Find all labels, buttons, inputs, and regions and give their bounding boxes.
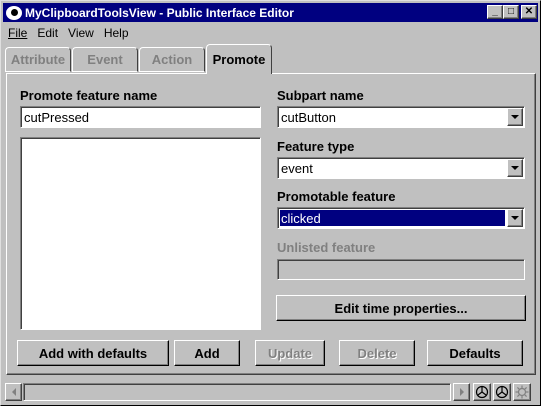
promote-panel: Promote feature name cutPressed Subpart …	[6, 73, 536, 375]
feature-type-value: event	[281, 160, 313, 176]
tab-event[interactable]: Event	[72, 47, 138, 72]
scroll-left-button[interactable]	[5, 383, 22, 401]
add-with-defaults-button[interactable]: Add with defaults	[17, 340, 169, 366]
menu-view[interactable]: View	[63, 26, 99, 40]
gear-icon[interactable]	[513, 383, 531, 401]
feature-type-label: Feature type	[277, 139, 355, 154]
window-title: MyClipboardToolsView - Public Interface …	[25, 5, 294, 20]
status-bar	[4, 382, 539, 402]
eye-icon[interactable]	[6, 5, 22, 20]
add-button[interactable]: Add	[174, 340, 240, 366]
unlisted-feature-input[interactable]	[277, 259, 525, 280]
horizontal-scrollbar[interactable]	[23, 383, 451, 401]
edit-time-properties-button[interactable]: Edit time properties...	[276, 295, 526, 321]
promotable-feature-value: clicked	[280, 210, 505, 226]
subpart-name-label: Subpart name	[277, 88, 364, 103]
menu-help[interactable]: Help	[99, 26, 134, 40]
menu-edit[interactable]: Edit	[32, 26, 63, 40]
defaults-button[interactable]: Defaults	[427, 340, 523, 366]
subpart-name-value: cutButton	[281, 109, 336, 125]
promoted-features-list[interactable]	[20, 137, 261, 330]
chevron-down-icon[interactable]	[507, 159, 523, 177]
feature-type-dropdown[interactable]: event	[277, 157, 525, 179]
main-window: MyClipboardToolsView - Public Interface …	[0, 0, 541, 406]
tab-attribute[interactable]: Attribute	[5, 47, 71, 72]
promotable-feature-dropdown[interactable]: clicked	[277, 207, 525, 229]
close-button[interactable]: ✕	[521, 5, 537, 19]
tool-icon[interactable]	[473, 383, 491, 401]
delete-button[interactable]: Delete	[339, 340, 415, 366]
menu-file[interactable]: File	[3, 26, 32, 40]
tab-promote[interactable]: Promote	[206, 44, 272, 74]
menu-bar: File Edit View Help	[3, 23, 134, 42]
promote-feature-name-label: Promote feature name	[20, 88, 158, 103]
scroll-right-button[interactable]	[453, 383, 470, 401]
title-bar[interactable]: MyClipboardToolsView - Public Interface …	[3, 3, 538, 22]
tool-icon[interactable]	[493, 383, 511, 401]
subpart-name-dropdown[interactable]: cutButton	[277, 106, 525, 128]
maximize-button[interactable]: □	[503, 5, 519, 19]
update-button[interactable]: Update	[255, 340, 325, 366]
promote-feature-name-input[interactable]: cutPressed	[20, 106, 261, 128]
chevron-down-icon[interactable]	[507, 209, 523, 227]
minimize-button[interactable]: _	[487, 5, 503, 19]
chevron-down-icon[interactable]	[507, 108, 523, 126]
tab-action[interactable]: Action	[139, 47, 205, 72]
promotable-feature-label: Promotable feature	[277, 189, 396, 204]
unlisted-feature-label: Unlisted feature	[277, 240, 376, 255]
